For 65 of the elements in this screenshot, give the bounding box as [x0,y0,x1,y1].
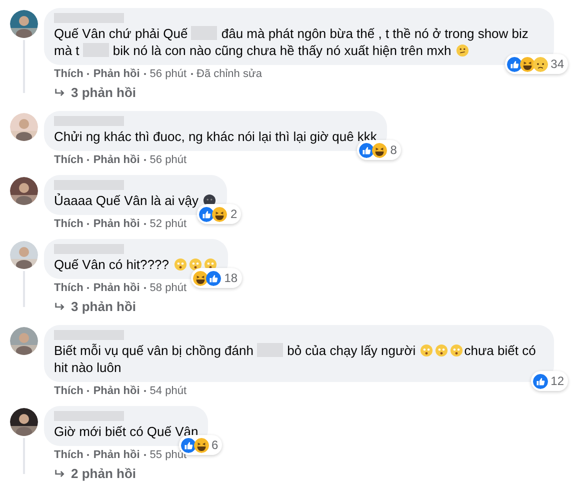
like-reaction-icon [199,206,214,222]
emoji-face-icon [188,258,202,271]
separator-dot-icon [144,223,146,225]
emoji-face-icon [420,344,434,357]
comment-action-link[interactable]: Phản hồi [93,216,140,232]
like-reaction-icon [359,142,374,158]
edited-label: Đã chỉnh sửa [196,66,262,82]
separator-dot-icon [190,73,192,75]
like-reaction-icon [506,56,522,72]
reaction-summary[interactable]: 8 [357,140,401,160]
view-replies-link[interactable]: 3 phản hồi [71,297,136,317]
comment-action-link[interactable]: Phản hồi [93,280,140,296]
reply-arrow-icon [54,88,66,98]
like-reaction-icon [532,374,548,388]
reply-arrow-icon [54,302,66,312]
reaction-summary[interactable]: 2 [197,204,242,224]
comment-action-link[interactable]: Phản hồi [93,152,140,168]
separator-dot-icon [87,223,90,225]
comment-time: 54 phút [150,384,186,399]
separator-dot-icon [87,73,90,75]
comment-action-link[interactable]: Thích [54,446,84,464]
comment-time: 52 phút [150,216,186,232]
comment-action-link[interactable]: Thích [54,382,84,400]
emoji-face-icon [456,44,469,57]
laughing-face-icon [372,142,388,158]
comment-action-link[interactable]: Phản hồi [93,66,140,82]
reaction-summary[interactable]: 18 [191,268,242,288]
view-replies-link[interactable]: 3 phản hồi [71,83,136,103]
separator-dot-icon [144,159,146,161]
reaction-summary[interactable]: 34 [504,54,568,74]
reaction-count: 2 [230,206,238,223]
comment-action-link[interactable]: Thích [54,152,84,168]
reaction-count: 18 [224,270,238,287]
comment-action-link[interactable]: Phản hồi [93,446,140,464]
laughing-face-icon [194,438,209,452]
separator-dot-icon [87,454,90,456]
separator-dot-icon [144,390,146,392]
comment-action-link[interactable]: Thích [54,216,84,232]
reaction-count: 34 [550,56,564,73]
laughing-face-icon [520,56,535,72]
view-replies-link[interactable]: 2 phản hồi [71,464,136,484]
separator-dot-icon [87,159,90,161]
emoji-face-icon [450,344,464,357]
separator-dot-icon [87,287,90,289]
reaction-count: 6 [212,437,218,454]
emoji-face-icon [174,258,187,271]
separator-dot-icon [144,287,146,289]
separator-dot-icon [87,390,90,392]
reaction-summary[interactable]: 12 [530,371,568,391]
sad-face-icon [532,56,548,72]
laughing-face-icon [212,206,228,222]
separator-dot-icon [144,73,146,75]
comment-action-link[interactable]: Thích [54,280,84,296]
laughing-face-icon [193,270,208,286]
comment-action-link[interactable]: Phản hồi [93,382,140,400]
like-reaction-icon [206,270,222,286]
reply-arrow-icon [54,469,66,479]
comment-action-link[interactable]: Thích [54,66,84,82]
emoji-face-icon [435,344,448,357]
reaction-count: 8 [390,142,397,159]
comment-time: 58 phút [150,280,186,296]
reaction-count: 12 [550,373,564,390]
comment-time: 56 phút [150,152,186,168]
comment-time: 56 phút [150,66,186,82]
separator-dot-icon [144,454,146,456]
